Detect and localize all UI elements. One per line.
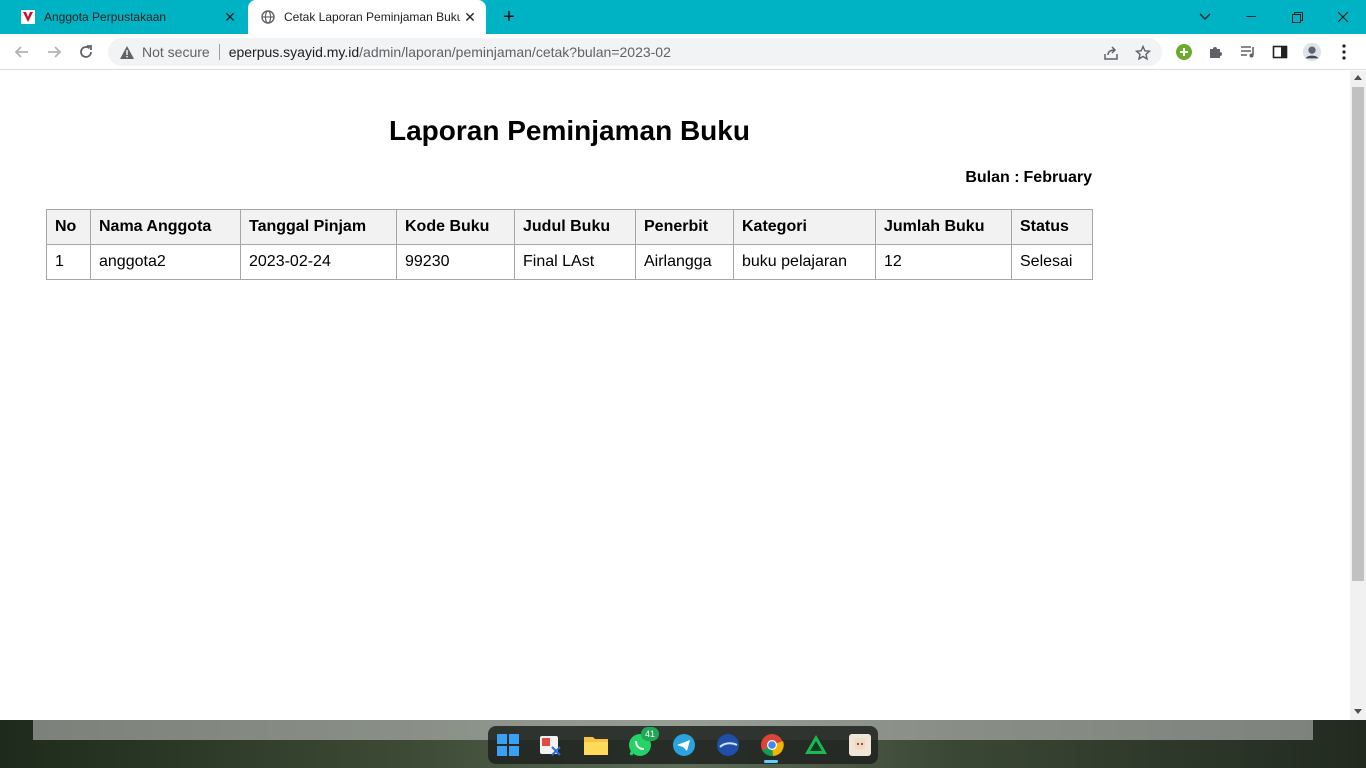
report-title: Laporan Peminjaman Buku — [389, 115, 750, 146]
column-header-penerbit: Penerbit — [635, 209, 734, 245]
new-tab-button[interactable]: + — [498, 6, 520, 28]
loan-report-table: No Nama Anggota Tanggal Pinjam Kode Buku… — [46, 209, 1093, 280]
reload-icon[interactable] — [72, 38, 100, 66]
vertical-scrollbar[interactable] — [1350, 71, 1366, 720]
chrome-icon[interactable] — [758, 731, 786, 759]
month-value: February — [1023, 169, 1092, 186]
back-icon[interactable] — [8, 38, 36, 66]
cell-no: 1 — [46, 244, 91, 280]
tab-anggota-perpustakaan[interactable]: Anggota Perpustakaan ✕ — [8, 0, 246, 34]
app-triangle-icon[interactable] — [802, 731, 830, 759]
minimize-icon[interactable] — [1228, 0, 1274, 34]
column-header-no: No — [46, 209, 91, 245]
warning-icon[interactable] — [120, 45, 134, 59]
cell-jumlah-buku: 12 — [875, 244, 1012, 280]
start-icon[interactable] — [494, 731, 522, 759]
window-close-icon[interactable] — [1320, 0, 1366, 34]
cell-status: Selesai — [1011, 244, 1093, 280]
side-panel-icon[interactable] — [1270, 42, 1290, 62]
browser-toolbar: Not secure eperpus.syayid.my.id/admin/la… — [0, 34, 1366, 70]
url-host[interactable]: eperpus.syayid.my.id — [229, 44, 359, 60]
column-header-jumlah-buku: Jumlah Buku — [875, 209, 1012, 245]
globe-icon — [260, 9, 276, 25]
menu-more-icon[interactable] — [1334, 42, 1354, 62]
telegram-icon[interactable] — [670, 731, 698, 759]
tab-title: Anggota Perpustakaan — [44, 10, 167, 24]
page-content: Laporan Peminjaman Buku Bulan : February … — [0, 71, 1350, 720]
profile-avatar-icon[interactable] — [1302, 42, 1322, 62]
cell-nama-anggota: anggota2 — [90, 244, 241, 280]
column-header-nama-anggota: Nama Anggota — [90, 209, 241, 245]
tab-cetak-laporan[interactable]: Cetak Laporan Peminjaman Buku ✕ — [248, 0, 486, 34]
cell-judul-buku: Final LAst — [514, 244, 636, 280]
report-month: Bulan : February — [965, 169, 1092, 187]
column-header-judul-buku: Judul Buku — [514, 209, 636, 245]
divider — [218, 44, 220, 60]
active-app-indicator — [764, 760, 778, 763]
scroll-down-icon[interactable] — [1354, 709, 1362, 714]
column-header-kategori: Kategori — [733, 209, 876, 245]
cell-penerbit: Airlangga — [635, 244, 734, 280]
cell-kode-buku: 99230 — [396, 244, 515, 280]
share-icon[interactable] — [1102, 44, 1120, 62]
tab-title: Cetak Laporan Peminjaman Buku — [284, 10, 460, 24]
cell-kategori: buku pelajaran — [733, 244, 876, 280]
whatsapp-badge: 41 — [641, 727, 659, 741]
month-label: Bulan : — [965, 169, 1020, 186]
security-label[interactable]: Not secure — [142, 44, 210, 60]
column-header-kode-buku: Kode Buku — [396, 209, 515, 245]
scroll-thumb[interactable] — [1352, 87, 1364, 581]
cell-tanggal-pinjam: 2023-02-24 — [240, 244, 397, 280]
close-icon[interactable]: ✕ — [220, 7, 240, 27]
restore-icon[interactable] — [1274, 0, 1320, 34]
bookmark-star-icon[interactable] — [1134, 44, 1152, 62]
forward-icon[interactable] — [40, 38, 68, 66]
tab-strip: Anggota Perpustakaan ✕ Cetak Laporan Pem… — [0, 0, 1366, 34]
scroll-up-icon[interactable] — [1354, 75, 1362, 80]
extension-green-icon[interactable] — [1174, 42, 1194, 62]
close-icon[interactable]: ✕ — [460, 7, 480, 27]
anime-app-icon[interactable] — [846, 731, 874, 759]
tab-search-icon[interactable] — [1182, 0, 1228, 34]
media-queue-icon[interactable] — [1238, 42, 1258, 62]
library-logo-icon — [20, 9, 36, 25]
extensions-puzzle-icon[interactable] — [1206, 42, 1226, 62]
column-header-status: Status — [1011, 209, 1093, 245]
table-header-row: No Nama Anggota Tanggal Pinjam Kode Buku… — [46, 209, 1093, 245]
column-header-tanggal-pinjam: Tanggal Pinjam — [240, 209, 397, 245]
url-path[interactable]: /admin/laporan/peminjaman/cetak?bulan=20… — [359, 44, 671, 60]
table-row: 1 anggota2 2023-02-24 99230 Final LAst A… — [46, 244, 1093, 280]
browser-globe-icon[interactable] — [714, 731, 742, 759]
snipping-tool-icon[interactable] — [536, 731, 564, 759]
file-explorer-icon[interactable] — [582, 731, 610, 759]
taskbar — [488, 726, 878, 764]
address-bar[interactable]: Not secure eperpus.syayid.my.id/admin/la… — [108, 38, 1162, 66]
